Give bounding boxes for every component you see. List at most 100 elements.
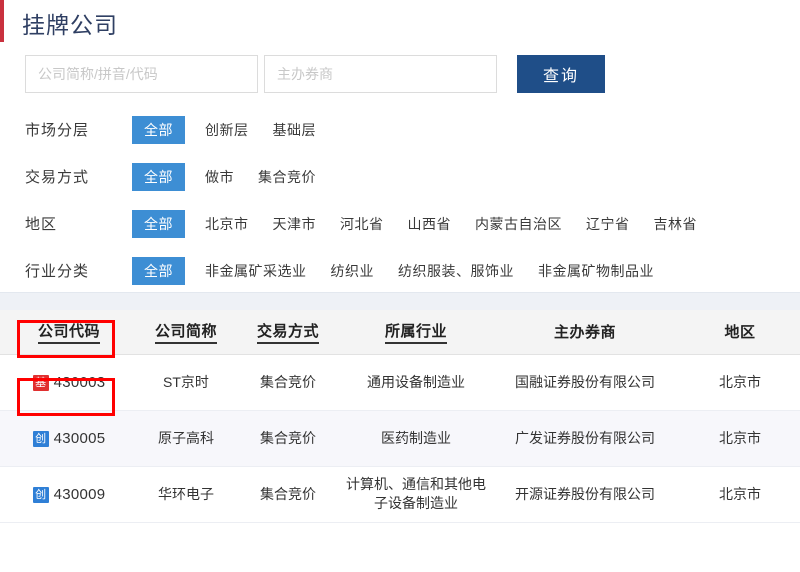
cell-company-code[interactable]: 创 430005	[0, 410, 138, 467]
filter-option[interactable]: 河北省	[340, 214, 384, 234]
cell-broker-text: 国融证券股份有限公司	[515, 373, 655, 390]
filter-option[interactable]: 山西省	[408, 214, 452, 234]
filter-label: 地区	[25, 216, 58, 233]
page-header: 挂牌公司	[0, 0, 800, 46]
table-body: 基 430003 ST京时 集合竞价 通用设备制造业 国融证券股份有限公司 北京市创 4300…	[0, 354, 800, 523]
filter-option[interactable]: 纺织服装、服饰业	[398, 261, 514, 281]
page-title: 挂牌公司	[22, 12, 118, 38]
filter-option[interactable]: 吉林省	[654, 214, 698, 234]
filter-label: 市场分层	[25, 122, 90, 139]
filter-option[interactable]: 做市	[205, 167, 234, 187]
filter-label: 交易方式	[25, 169, 90, 186]
cell-region: 北京市	[680, 354, 800, 411]
cell-broker: 广发证券股份有限公司	[490, 410, 680, 467]
company-code-text: 430005	[53, 430, 106, 447]
company-search-input[interactable]	[25, 55, 258, 93]
cell-company-abbr[interactable]: ST京时	[138, 354, 234, 411]
filter-option[interactable]: 全部	[132, 162, 185, 191]
market-tier-badge-icon: 创	[32, 487, 49, 503]
cell-trade-method: 集合竞价	[234, 354, 342, 411]
filter-option[interactable]: 辽宁省	[586, 214, 630, 234]
cell-company-code[interactable]: 创 430009	[0, 466, 138, 523]
filter-option[interactable]: 基础层	[273, 120, 317, 140]
cell-company-abbr-text: 华环电子	[158, 485, 214, 502]
cell-industry: 医药制造业	[342, 410, 490, 467]
cell-trade-method: 集合竞价	[234, 466, 342, 523]
cell-trade-method: 集合竞价	[234, 410, 342, 467]
title-accent-bar	[0, 0, 4, 42]
cell-trade-method-text: 集合竞价	[260, 373, 316, 390]
table-column-header-label: 所属行业	[384, 320, 447, 344]
table-column-header-label: 交易方式	[256, 320, 319, 344]
cell-company-code[interactable]: 基 430003	[0, 354, 138, 411]
company-code-link[interactable]: 创 430005	[32, 430, 106, 448]
cell-industry-text: 医药制造业	[381, 429, 451, 446]
company-code-link[interactable]: 创 430009	[32, 486, 106, 504]
table-column-header-label: 地区	[724, 324, 756, 342]
cell-trade-method-text: 集合竞价	[260, 485, 316, 502]
filter-options: 全部 北京市 天津市 河北省 山西省 内蒙古自治区 辽宁省 吉林省	[132, 209, 721, 238]
cell-industry: 通用设备制造业	[342, 354, 490, 411]
table-column-header: 地区	[680, 310, 800, 355]
table-column-header[interactable]: 公司代码	[0, 310, 138, 355]
cell-broker: 国融证券股份有限公司	[490, 354, 680, 411]
filter-option[interactable]: 全部	[132, 115, 185, 144]
listing-table: 公司代码 公司简称 交易方式 所属行业 主办券商 地区 基 430003 ST京时 集合竞价 通用…	[0, 310, 800, 523]
filter-row: 市场分层 全部 创新层 基础层	[0, 106, 800, 153]
filter-option[interactable]: 全部	[132, 209, 185, 238]
cell-region: 北京市	[680, 410, 800, 467]
filter-option[interactable]: 非金属矿采选业	[205, 261, 307, 281]
filter-option[interactable]: 非金属矿物制品业	[538, 261, 654, 281]
cell-company-abbr-text: ST京时	[163, 373, 209, 390]
broker-search-input[interactable]	[264, 55, 497, 93]
table-row[interactable]: 创 430005 原子高科 集合竞价 医药制造业 广发证券股份有限公司 北京市	[0, 410, 800, 467]
table-column-header-label: 公司简称	[154, 320, 217, 344]
cell-broker: 开源证券股份有限公司	[490, 466, 680, 523]
search-bar: 查询	[0, 46, 800, 102]
cell-region-text: 北京市	[719, 373, 761, 390]
filter-option[interactable]: 集合竞价	[258, 167, 316, 187]
filter-option[interactable]: 纺织业	[331, 261, 375, 281]
table-column-header[interactable]: 公司简称	[138, 310, 234, 355]
filter-options: 全部 创新层 基础层	[132, 115, 340, 144]
table-column-header[interactable]: 所属行业	[342, 310, 490, 355]
filter-option[interactable]: 全部	[132, 256, 185, 285]
filter-option[interactable]: 北京市	[205, 214, 249, 234]
cell-company-abbr[interactable]: 华环电子	[138, 466, 234, 523]
market-tier-badge-icon: 基	[32, 375, 49, 391]
table-column-header-label: 公司代码	[37, 320, 100, 344]
filter-row: 地区 全部 北京市 天津市 河北省 山西省 内蒙古自治区 辽宁省 吉林省	[0, 200, 800, 247]
filter-option[interactable]: 创新层	[205, 120, 249, 140]
section-divider	[0, 292, 800, 310]
filter-option[interactable]: 内蒙古自治区	[475, 214, 562, 234]
cell-region-text: 北京市	[719, 429, 761, 446]
filter-options: 全部 非金属矿采选业 纺织业 纺织服装、服饰业 非金属矿物制品业	[132, 256, 678, 285]
table-column-header: 主办券商	[490, 310, 680, 355]
search-submit-button[interactable]: 查询	[517, 55, 605, 93]
filter-label: 行业分类	[25, 263, 90, 280]
listing-table-container: 公司代码 公司简称 交易方式 所属行业 主办券商 地区 基 430003 ST京时 集合竞价 通用…	[0, 310, 800, 523]
cell-company-abbr-text: 原子高科	[158, 429, 214, 446]
table-column-header-label: 主办券商	[553, 324, 616, 342]
filter-row: 交易方式 全部 做市 集合竞价	[0, 153, 800, 200]
cell-region: 北京市	[680, 466, 800, 523]
table-column-header[interactable]: 交易方式	[234, 310, 342, 355]
company-code-text: 430003	[53, 374, 106, 391]
company-code-text: 430009	[53, 486, 106, 503]
cell-industry-text: 计算机、通信和其他电子设备制造业	[346, 476, 486, 511]
filter-option[interactable]: 天津市	[273, 214, 317, 234]
table-row[interactable]: 创 430009 华环电子 集合竞价 计算机、通信和其他电子设备制造业 开源证券股份有限公…	[0, 466, 800, 523]
filter-panel: 市场分层 全部 创新层 基础层 交易方式 全部 做市 集合竞价 地区 全部 北京市 天津市 河北省 山西省…	[0, 102, 800, 292]
market-tier-badge-icon: 创	[32, 431, 49, 447]
cell-region-text: 北京市	[719, 485, 761, 502]
table-header-row: 公司代码 公司简称 交易方式 所属行业 主办券商 地区	[0, 310, 800, 355]
cell-broker-text: 广发证券股份有限公司	[515, 429, 655, 446]
cell-broker-text: 开源证券股份有限公司	[515, 485, 655, 502]
cell-industry: 计算机、通信和其他电子设备制造业	[342, 466, 490, 523]
cell-industry-text: 通用设备制造业	[367, 373, 465, 390]
cell-trade-method-text: 集合竞价	[260, 429, 316, 446]
table-row[interactable]: 基 430003 ST京时 集合竞价 通用设备制造业 国融证券股份有限公司 北京市	[0, 354, 800, 411]
cell-company-abbr[interactable]: 原子高科	[138, 410, 234, 467]
filter-row: 行业分类 全部 非金属矿采选业 纺织业 纺织服装、服饰业 非金属矿物制品业	[0, 247, 800, 292]
company-code-link[interactable]: 基 430003	[32, 374, 106, 392]
